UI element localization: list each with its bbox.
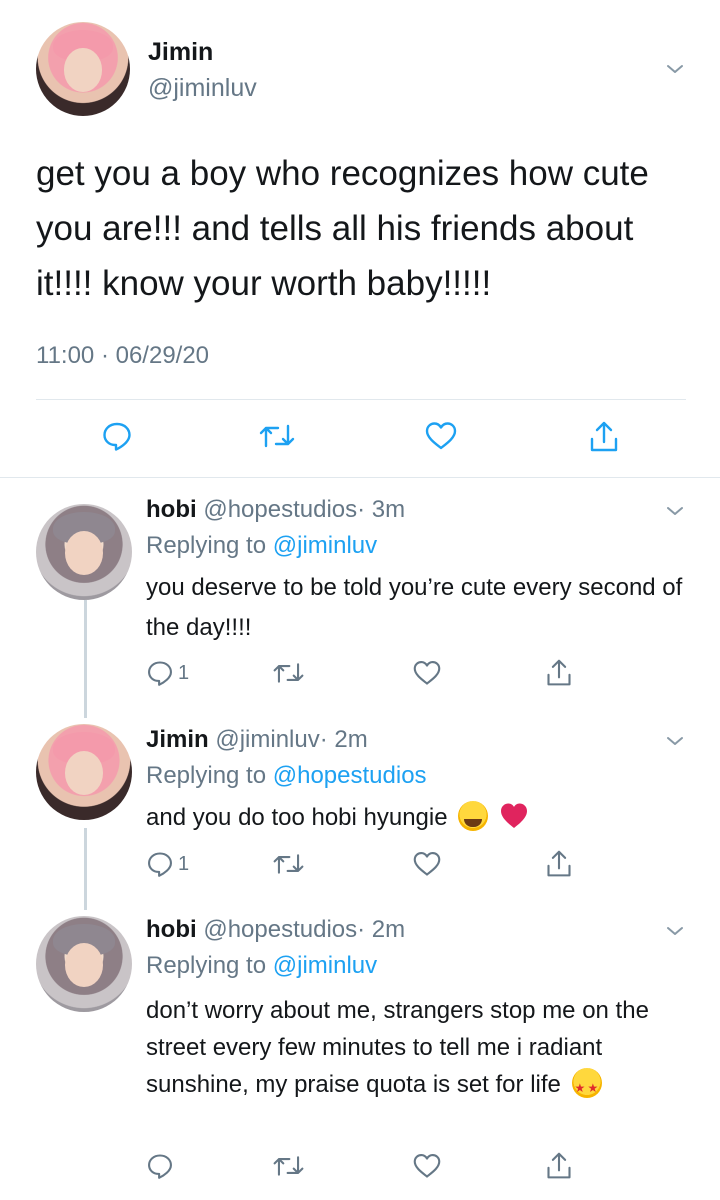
share-button[interactable]	[545, 849, 573, 879]
like-button[interactable]	[412, 850, 442, 878]
share-button[interactable]	[545, 658, 573, 688]
tweet-text: get you a boy who recognizes how cute yo…	[36, 154, 649, 303]
share-button[interactable]	[588, 420, 620, 454]
tweet-timestamp: 11:00 · 06/29/20	[36, 342, 210, 369]
reply-button[interactable]	[101, 420, 133, 452]
share-button[interactable]	[545, 1151, 573, 1181]
replying-to-link[interactable]: @hopestudios	[273, 762, 427, 789]
reply-icon	[148, 1154, 172, 1179]
replying-prefix: Replying to	[146, 952, 273, 979]
replying-to: Replying to @jiminluv	[146, 952, 377, 980]
reply-count: 1	[178, 852, 190, 875]
retweet-button[interactable]	[258, 420, 296, 452]
replying-to: Replying to @hopestudios	[146, 762, 427, 790]
like-button[interactable]	[424, 420, 458, 452]
chevron-down-icon[interactable]	[666, 732, 684, 750]
reply-button[interactable]: 1	[146, 850, 189, 878]
share-icon	[547, 850, 571, 877]
reply-count: 1	[178, 661, 190, 684]
author-name[interactable]: Jimin	[148, 38, 213, 67]
retweet-icon	[273, 1156, 304, 1176]
main-tweet: Jimin @jiminluv get you a boy who recogn…	[0, 0, 720, 478]
avatar[interactable]	[36, 724, 132, 820]
retweet-icon	[273, 663, 304, 683]
reply-button[interactable]: 1	[146, 659, 189, 687]
reply-tweet[interactable]: Jimin @jiminluv· 2m Replying to @hopestu…	[0, 708, 720, 898]
reply-icon	[103, 422, 131, 451]
tweet-text: you deserve to be told you’re cute every…	[146, 574, 683, 641]
share-icon	[547, 659, 571, 686]
reply-header: hobi @hopestudios· 3m	[146, 496, 405, 524]
like-button[interactable]	[412, 659, 442, 687]
author-handle[interactable]: @jiminluv	[148, 74, 257, 103]
retweet-button[interactable]	[272, 659, 305, 687]
author-name[interactable]: hobi	[146, 916, 197, 943]
like-icon	[413, 852, 441, 876]
like-icon	[413, 661, 441, 685]
reply-header: Jimin @jiminluv· 2m	[146, 726, 368, 754]
chevron-down-icon[interactable]	[666, 502, 684, 520]
author-handle[interactable]: @hopestudios	[203, 496, 357, 523]
author-name[interactable]: Jimin	[146, 726, 209, 753]
author-handle[interactable]: @jiminluv	[215, 726, 319, 753]
replying-prefix: Replying to	[146, 762, 273, 789]
reply-time: · 2m	[357, 916, 406, 943]
avatar[interactable]	[36, 504, 132, 600]
retweet-icon	[273, 854, 304, 874]
replying-to-link[interactable]: @jiminluv	[273, 952, 377, 979]
reply-time: · 3m	[357, 496, 406, 523]
retweet-button[interactable]	[272, 850, 305, 878]
reply-header: hobi @hopestudios· 2m	[146, 916, 405, 944]
reply-tweet[interactable]: hobi @hopestudios· 2m Replying to @jimin…	[0, 900, 720, 1200]
divider	[36, 399, 686, 400]
like-button[interactable]	[412, 1152, 442, 1180]
red-heart-emoji	[500, 803, 527, 828]
tweet-text: and you do too hobi hyungie	[146, 804, 448, 831]
reply-icon	[148, 661, 172, 686]
chevron-down-icon[interactable]	[666, 60, 684, 78]
retweet-button[interactable]	[272, 1152, 305, 1180]
author-handle[interactable]: @hopestudios	[203, 916, 357, 943]
reply-tweet[interactable]: hobi @hopestudios· 3m Replying to @jimin…	[0, 478, 720, 708]
chevron-down-icon[interactable]	[666, 922, 684, 940]
retweet-icon	[259, 424, 295, 448]
replying-to-link[interactable]: @jiminluv	[273, 532, 377, 559]
avatar[interactable]	[36, 916, 132, 1012]
like-icon	[413, 1154, 441, 1178]
author-name[interactable]: hobi	[146, 496, 197, 523]
face-with-steam-emoji	[458, 801, 489, 831]
reply-button[interactable]	[146, 1152, 174, 1180]
replying-to: Replying to @jiminluv	[146, 532, 377, 560]
tweet-text-row: don’t worry about me, strangers stop me …	[146, 992, 691, 1107]
avatar[interactable]	[36, 22, 130, 116]
like-icon	[425, 422, 457, 450]
share-icon	[547, 1152, 571, 1179]
star-struck-emoji	[571, 1068, 602, 1107]
tweet-text-row: and you do too hobi hyungie	[146, 798, 691, 838]
replying-prefix: Replying to	[146, 532, 273, 559]
reply-time: · 2m	[319, 726, 368, 753]
reply-icon	[148, 852, 172, 877]
share-icon	[590, 421, 618, 452]
